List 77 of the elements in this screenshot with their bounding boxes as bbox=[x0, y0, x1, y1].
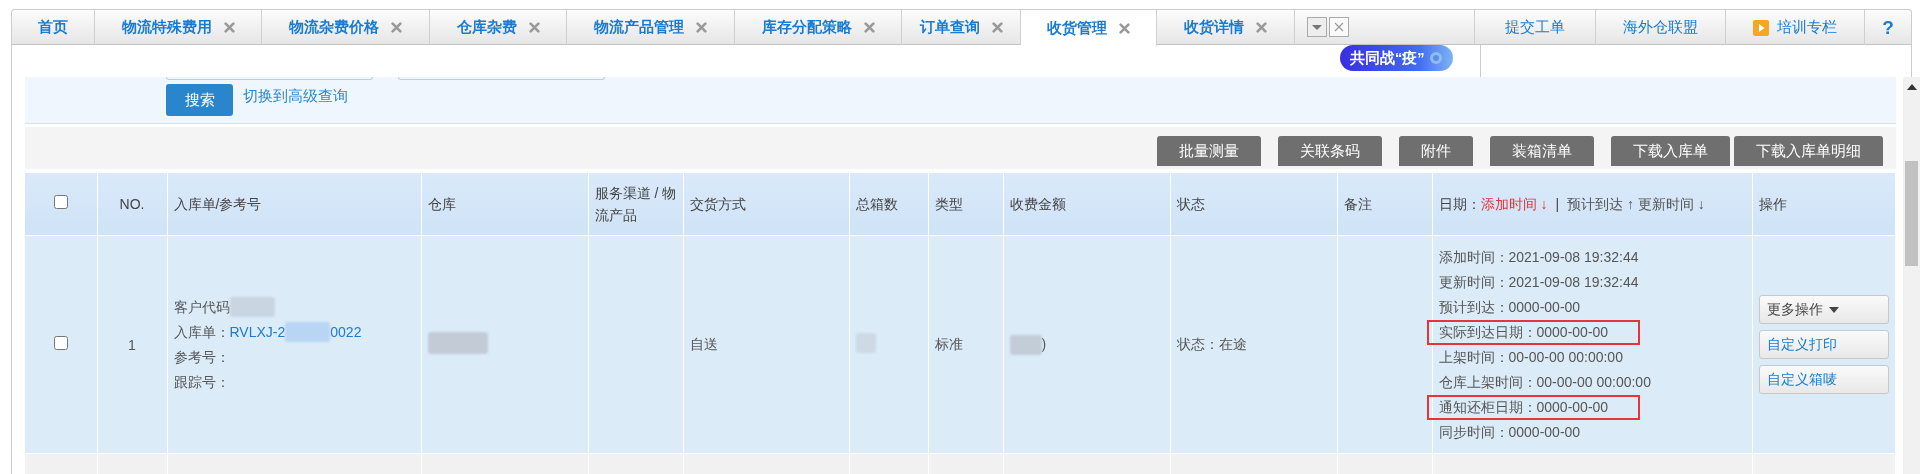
play-icon bbox=[1753, 19, 1769, 36]
field-label: 跟踪号： bbox=[173, 372, 230, 392]
inbound-link[interactable]: 0022 bbox=[330, 319, 362, 345]
tab[interactable]: 首页 bbox=[12, 10, 95, 45]
tab[interactable]: 物流杂费价格 bbox=[262, 10, 430, 45]
column-header: 日期： bbox=[1438, 194, 1481, 214]
date-line: 预计到达：0000-00-00 bbox=[1438, 297, 1581, 317]
top-link[interactable]: 提交工单 bbox=[1474, 10, 1595, 45]
close-icon[interactable] bbox=[696, 22, 707, 33]
campaign-badge[interactable]: 共同战“疫” bbox=[1340, 45, 1453, 71]
column-header: 操作 bbox=[1752, 173, 1895, 236]
field-label: 参考号： bbox=[173, 347, 230, 367]
table-cell: 状态：在途 bbox=[1170, 235, 1337, 454]
date-line: 仓库上架时间：00-00-00 00:00:00 bbox=[1438, 372, 1651, 392]
date-line: 更新时间：2021-09-08 19:32:44 bbox=[1438, 272, 1639, 292]
table-cell: 自送 bbox=[683, 235, 849, 454]
field-label: 客户代码 bbox=[173, 297, 230, 317]
close-icon[interactable] bbox=[1329, 17, 1349, 37]
close-icon[interactable] bbox=[1256, 22, 1267, 33]
close-icon[interactable] bbox=[391, 22, 402, 33]
column-header: 入库单/参考号 bbox=[167, 173, 421, 236]
action-button[interactable]: 自定义打印 bbox=[1758, 330, 1889, 359]
column-header: 收费金额 bbox=[1003, 173, 1170, 236]
sort-link[interactable]: 预计到达 ↑ bbox=[1567, 191, 1634, 217]
close-icon[interactable] bbox=[1119, 22, 1130, 34]
toolbar-button[interactable]: 关联条码 bbox=[1278, 136, 1382, 166]
row-checkbox[interactable] bbox=[53, 336, 68, 350]
table-cell: 1 bbox=[97, 235, 167, 454]
column-header: 服务渠道 / 物流产品 bbox=[588, 173, 683, 236]
help-link[interactable]: ? bbox=[1864, 10, 1911, 45]
caret-icon bbox=[1828, 306, 1839, 313]
tab[interactable]: 物流特殊费用 bbox=[95, 10, 262, 45]
column-header: 状态 bbox=[1170, 173, 1337, 236]
date-line: 同步时间：0000-00-00 bbox=[1438, 422, 1581, 442]
close-icon[interactable] bbox=[991, 22, 1003, 33]
column-header: 仓库 bbox=[421, 173, 588, 236]
close-icon[interactable] bbox=[863, 22, 875, 33]
column-header: 总箱数 bbox=[849, 173, 928, 236]
date-line: 添加时间：2021-09-08 19:32:44 bbox=[1438, 247, 1639, 267]
toolbar-button[interactable]: 装箱清单 bbox=[1490, 136, 1594, 166]
input-field[interactable] bbox=[166, 77, 373, 80]
separator: | bbox=[1555, 194, 1560, 214]
table-cell: 标准 bbox=[928, 235, 1003, 454]
more-actions-button[interactable]: 更多操作 bbox=[1758, 295, 1889, 324]
toolbar-button[interactable]: 附件 bbox=[1399, 136, 1473, 166]
field-label: 入库单： bbox=[173, 322, 230, 342]
tab[interactable]: 收货详情 bbox=[1157, 10, 1295, 45]
action-button[interactable]: 自定义箱唛 bbox=[1758, 365, 1889, 394]
fee-text: ) bbox=[1041, 335, 1047, 354]
tab[interactable]: 库存分配策略 bbox=[735, 10, 902, 45]
training-link[interactable]: 培训专栏 bbox=[1725, 10, 1864, 45]
scroll-up-icon[interactable] bbox=[1906, 83, 1917, 91]
search-button[interactable]: 搜索 bbox=[166, 84, 233, 116]
tab[interactable]: 收货管理 bbox=[1021, 10, 1157, 46]
input-field[interactable] bbox=[398, 77, 605, 80]
top-link[interactable]: 海外仓联盟 bbox=[1595, 10, 1725, 45]
inbound-link[interactable]: RVLXJ-2 bbox=[229, 319, 286, 345]
toolbar-button[interactable]: 下载入库单明细 bbox=[1734, 136, 1883, 166]
tab[interactable]: 仓库杂费 bbox=[430, 10, 567, 45]
column-header: 备注 bbox=[1337, 173, 1432, 236]
column-header: 类型 bbox=[928, 173, 1003, 236]
tab[interactable]: 物流产品管理 bbox=[567, 10, 735, 45]
toolbar-button[interactable]: 批量测量 bbox=[1157, 136, 1261, 166]
select-all-checkbox[interactable] bbox=[53, 195, 68, 209]
scroll-thumb[interactable] bbox=[1905, 161, 1918, 266]
sort-link[interactable]: 添加时间 ↓ bbox=[1480, 191, 1548, 217]
scrollbar[interactable] bbox=[1903, 77, 1920, 474]
date-line: 上架时间：00-00-00 00:00:00 bbox=[1438, 347, 1623, 367]
close-icon[interactable] bbox=[528, 22, 540, 33]
redaction-block bbox=[1009, 334, 1042, 355]
dropdown-icon[interactable] bbox=[1307, 17, 1327, 37]
sort-link[interactable]: 更新时间 ↓ bbox=[1637, 191, 1705, 217]
column-header: NO. bbox=[97, 173, 167, 236]
close-icon[interactable] bbox=[223, 22, 235, 33]
toolbar-button[interactable]: 下载入库单 bbox=[1611, 136, 1730, 166]
advanced-search-link[interactable]: 切换到高级查询 bbox=[243, 87, 348, 106]
column-header: 交货方式 bbox=[683, 173, 849, 236]
